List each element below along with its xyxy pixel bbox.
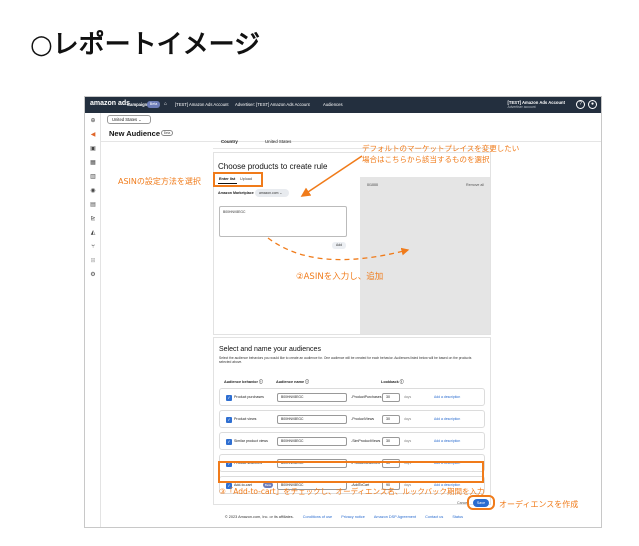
step2-annotation: ②ASINを入力し、追加 xyxy=(296,272,384,282)
asin-dashed-arrow xyxy=(267,237,410,261)
marketplace-annotation-line2: 場合はこちらから該当するものを選択 xyxy=(362,155,490,164)
marketplace-arrow xyxy=(300,155,363,197)
asin-method-annotation: ASINの設定方法を選択 xyxy=(118,177,201,186)
marketplace-annotation-line1: デフォルトのマーケットプレイスを変更したい xyxy=(362,144,520,153)
create-audience-annotation: オーディエンスを作成 xyxy=(499,500,579,509)
step3-annotation: ③「Add-to-cart」をチェックし、オーディエンス名、ルックバック期間を入… xyxy=(219,487,485,496)
